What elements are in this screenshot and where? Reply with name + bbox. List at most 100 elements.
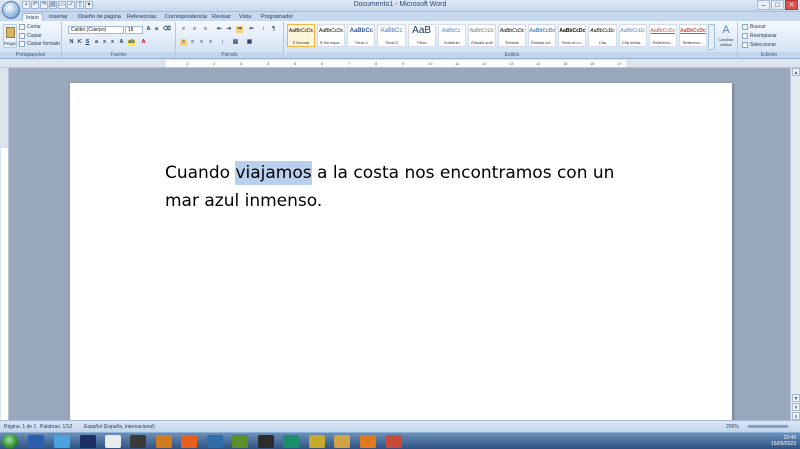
font-color-icon[interactable]: A: [140, 39, 147, 46]
clear-format-icon[interactable]: ⌫: [163, 26, 171, 33]
minimize-button[interactable]: –: [757, 0, 770, 10]
style-subtitulo[interactable]: AaBbCc. Subtítulo: [437, 24, 466, 47]
horizontal-ruler[interactable]: 1 2 3 4 5 6 7 8 9 10 11 12 13 14 15 16 1…: [0, 59, 800, 68]
shrink-font-icon[interactable]: a: [153, 26, 160, 33]
app-taskbar-icon[interactable]: [258, 435, 274, 448]
next-page-icon[interactable]: ⇟: [792, 412, 800, 420]
font-name-select[interactable]: Calibri (Cuerpo): [68, 26, 124, 34]
tab-insertar[interactable]: Insertar: [46, 13, 71, 21]
style-texto-negrita[interactable]: AaBbCcDc Texto en n...: [558, 24, 587, 47]
cut-button[interactable]: Cortar: [19, 24, 41, 30]
photoshop-taskbar-icon[interactable]: [80, 435, 96, 448]
app-taskbar-icon[interactable]: [283, 435, 299, 448]
underline-icon[interactable]: S: [84, 39, 91, 46]
align-center-icon[interactable]: ≡: [189, 39, 196, 46]
style-cita-destacada[interactable]: AaBbCcDc Cita desta...: [618, 24, 647, 47]
highlight-icon[interactable]: ab: [128, 39, 135, 46]
multilevel-icon[interactable]: ≡: [202, 26, 209, 33]
document-text[interactable]: Cuando viajamos a la costa nos encontram…: [165, 159, 645, 215]
ruler-tick: 5: [294, 61, 297, 66]
tab-referencias[interactable]: Referencias: [124, 13, 159, 21]
rtl-icon[interactable]: ⇐: [248, 26, 255, 33]
prev-page-icon[interactable]: ⇞: [792, 403, 800, 411]
style-enfasis[interactable]: AaBbCcDc Énfasis: [497, 24, 527, 47]
app-taskbar-icon[interactable]: [232, 435, 248, 448]
office-button[interactable]: [2, 1, 20, 19]
bold-icon[interactable]: N: [68, 39, 75, 46]
tab-inicio[interactable]: Inicio: [22, 13, 43, 21]
ltr-icon[interactable]: ⇒: [236, 26, 243, 33]
justify-icon[interactable]: ≡: [207, 39, 214, 46]
decrease-indent-icon[interactable]: ⇤: [216, 26, 223, 33]
show-marks-icon[interactable]: ¶: [270, 26, 277, 33]
style-enfasis-sutil[interactable]: AaBbCcDc Énfasis sutil: [467, 24, 496, 47]
copy-button[interactable]: Copiar: [19, 33, 42, 39]
media-taskbar-icon[interactable]: [360, 435, 376, 448]
clock[interactable]: 22:40 15/05/2023: [771, 435, 796, 447]
app-taskbar-icon[interactable]: [130, 435, 146, 448]
grow-font-icon[interactable]: A: [145, 26, 152, 33]
vertical-ruler[interactable]: [0, 68, 9, 420]
zoom-slider[interactable]: [748, 425, 788, 428]
style-referencia-intensa[interactable]: AaBbCcDc Referenci...: [678, 24, 707, 47]
replace-button[interactable]: Reemplazar: [742, 33, 777, 39]
close-button[interactable]: ✕: [785, 0, 798, 10]
font-size-select[interactable]: 18: [125, 26, 143, 34]
style-titulo-2[interactable]: AaBbCc Título 2: [377, 24, 406, 47]
subscript-icon[interactable]: x: [101, 39, 108, 46]
align-left-icon[interactable]: ≡: [180, 39, 187, 46]
change-styles-button[interactable]: A Cambiar estilos: [716, 24, 736, 50]
style-titulo-1[interactable]: AaBbCc Título 1: [347, 24, 376, 47]
tab-correspondencia[interactable]: Correspondencia: [162, 13, 210, 21]
folder-taskbar-icon[interactable]: [334, 435, 350, 448]
app-taskbar-icon[interactable]: [207, 435, 223, 448]
align-right-icon[interactable]: ≡: [198, 39, 205, 46]
tab-revisar[interactable]: Revisar: [209, 13, 234, 21]
change-case-icon[interactable]: A: [118, 39, 125, 46]
binoculars-icon: [742, 24, 748, 30]
style-enfasis-intenso[interactable]: AaBbCcDc Énfasis int...: [528, 24, 557, 47]
line-spacing-icon[interactable]: ↕: [219, 39, 226, 46]
document-page[interactable]: Cuando viajamos a la costa nos encontram…: [70, 83, 732, 423]
selected-text[interactable]: viajamos: [235, 161, 312, 185]
increase-indent-icon[interactable]: ⇥: [225, 26, 232, 33]
word-taskbar-icon[interactable]: [28, 435, 44, 448]
sort-icon[interactable]: ↕: [260, 26, 267, 33]
style-sin-espaciado[interactable]: AaBbCcDc ¶ Sin espa...: [317, 24, 346, 47]
strikethrough-icon[interactable]: a: [93, 39, 100, 46]
superscript-icon[interactable]: x: [109, 39, 116, 46]
tab-diseno[interactable]: Diseño de página: [75, 13, 124, 21]
scroll-up-icon[interactable]: ▲: [792, 68, 800, 76]
app-taskbar-icon[interactable]: [309, 435, 325, 448]
ruler-tick: 6: [321, 61, 324, 66]
ruler-tick: 15: [563, 61, 568, 66]
paste-button[interactable]: Pegar: [3, 24, 17, 48]
numbering-icon[interactable]: ≡: [191, 26, 198, 33]
styles-more-button[interactable]: [708, 24, 715, 50]
borders-icon[interactable]: ▦: [246, 39, 253, 46]
style-normal[interactable]: AaBbCcDc ¶ Normal: [287, 24, 316, 47]
start-button[interactable]: [2, 434, 18, 449]
firefox-taskbar-icon[interactable]: [181, 435, 197, 448]
vertical-scrollbar[interactable]: ▲ ▼ ⇞ ⇟: [790, 68, 800, 420]
style-titulo[interactable]: AaB Título: [407, 24, 436, 47]
bullets-icon[interactable]: ≡: [180, 26, 187, 33]
shading-icon[interactable]: ▨: [232, 39, 239, 46]
scissors-icon: [19, 24, 25, 30]
style-referencia-sutil[interactable]: AaBbCcDc Referenci...: [648, 24, 677, 47]
format-painter-button[interactable]: Copiar formato: [19, 41, 60, 47]
style-cita[interactable]: AaBbCcDc Cita: [588, 24, 617, 47]
app-taskbar-icon[interactable]: [105, 435, 121, 448]
brush-icon: [19, 41, 25, 47]
document-workspace: Cuando viajamos a la costa nos encontram…: [9, 68, 790, 423]
italic-icon[interactable]: K: [76, 39, 83, 46]
maximize-button[interactable]: □: [771, 0, 784, 10]
powerpoint-taskbar-icon[interactable]: [386, 435, 402, 448]
find-button[interactable]: Buscar: [742, 24, 766, 30]
scroll-down-icon[interactable]: ▼: [792, 394, 800, 402]
tab-programador[interactable]: Programador: [258, 13, 296, 21]
tab-vista[interactable]: Vista: [236, 13, 254, 21]
ie-taskbar-icon[interactable]: [54, 435, 70, 448]
app-taskbar-icon[interactable]: [156, 435, 172, 448]
select-button[interactable]: Seleccionar: [742, 42, 776, 48]
